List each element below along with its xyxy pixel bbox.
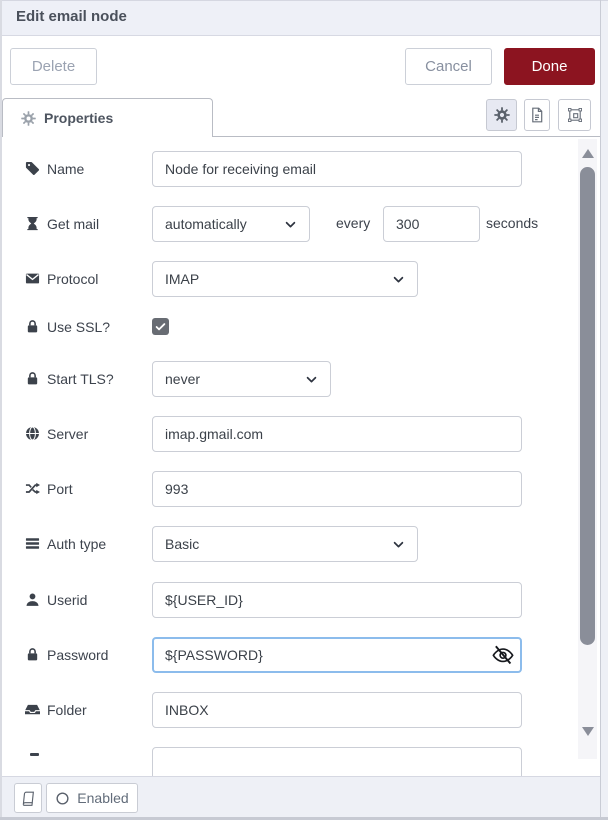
- check-icon: [154, 320, 167, 333]
- scroll-down-button[interactable]: [582, 727, 594, 736]
- user-icon: [25, 592, 40, 607]
- gear-icon: [21, 111, 36, 126]
- chevron-down-icon: [392, 273, 405, 286]
- lock-icon: [25, 647, 40, 662]
- tab-properties[interactable]: Properties: [2, 98, 213, 137]
- name-input[interactable]: [152, 151, 522, 187]
- field-label-userid: Userid: [25, 591, 87, 608]
- auth-type-select[interactable]: Basic: [152, 526, 418, 562]
- server-input[interactable]: [152, 416, 522, 452]
- field-label-start-tls: Start TLS?: [25, 370, 114, 387]
- dialog-top-border: [0, 0, 608, 1]
- partial-field-icon: [30, 753, 39, 756]
- seconds-label: seconds: [486, 215, 538, 232]
- every-label: every: [336, 215, 370, 232]
- partial-field-input[interactable]: [152, 747, 522, 776]
- edit-email-node-dialog: Edit email node Delete Cancel Done Prope…: [0, 0, 608, 820]
- cancel-button[interactable]: Cancel: [405, 48, 492, 85]
- field-label-get-mail: Get mail: [25, 215, 99, 232]
- field-label-name: Name: [25, 160, 84, 177]
- eye-slash-icon: [492, 644, 514, 666]
- tab-properties-label: Properties: [44, 110, 113, 126]
- field-label-auth-type: Auth type: [25, 535, 106, 552]
- lock-icon: [25, 371, 40, 386]
- envelope-icon: [25, 271, 40, 286]
- field-label-folder: Folder: [25, 701, 87, 718]
- globe-icon: [25, 426, 40, 441]
- field-label-port: Port: [25, 480, 73, 497]
- done-button[interactable]: Done: [504, 48, 595, 85]
- dialog-right-margin: [601, 0, 608, 820]
- password-input[interactable]: [152, 637, 522, 673]
- interval-input[interactable]: [383, 206, 480, 242]
- get-mail-select[interactable]: automatically: [152, 206, 310, 242]
- chevron-down-icon: [305, 373, 318, 386]
- properties-view-button[interactable]: [486, 99, 517, 131]
- start-tls-select[interactable]: never: [152, 361, 331, 397]
- description-view-button[interactable]: [524, 99, 550, 131]
- node-info-button[interactable]: [14, 783, 42, 813]
- gear-icon: [494, 107, 510, 123]
- folder-input[interactable]: [152, 692, 522, 728]
- shuffle-icon: [25, 481, 40, 496]
- stack-icon: [25, 536, 40, 551]
- chevron-down-icon: [392, 538, 405, 551]
- scrollbar-thumb[interactable]: [580, 167, 595, 645]
- lock-icon: [25, 319, 40, 334]
- use-ssl-checkbox[interactable]: [152, 318, 169, 335]
- field-label-protocol: Protocol: [25, 270, 98, 287]
- enabled-label: Enabled: [77, 790, 128, 806]
- hourglass-icon: [25, 216, 40, 231]
- book-icon: [21, 791, 36, 806]
- artboard-icon: [567, 107, 583, 123]
- properties-form: Name Get mail automatically every second…: [0, 137, 601, 776]
- toggle-password-visibility-button[interactable]: [492, 644, 514, 666]
- userid-input[interactable]: [152, 582, 522, 618]
- dialog-title: Edit email node: [0, 0, 601, 34]
- field-label-use-ssl: Use SSL?: [25, 318, 110, 335]
- chevron-down-icon: [284, 218, 297, 231]
- field-label-password: Password: [25, 646, 108, 663]
- inbox-icon: [25, 702, 40, 717]
- port-input[interactable]: [152, 471, 522, 507]
- node-enabled-toggle[interactable]: Enabled: [46, 783, 138, 813]
- appearance-view-button[interactable]: [558, 99, 591, 131]
- circle-icon: [55, 791, 70, 806]
- scroll-up-button[interactable]: [582, 149, 594, 158]
- delete-button[interactable]: Delete: [10, 48, 97, 85]
- dialog-header: Edit email node: [0, 0, 601, 36]
- dialog-right-border: [600, 0, 601, 820]
- file-icon: [529, 107, 545, 123]
- dialog-left-border: [0, 0, 2, 817]
- field-label-server: Server: [25, 425, 88, 442]
- protocol-select[interactable]: IMAP: [152, 261, 418, 297]
- tag-icon: [25, 161, 40, 176]
